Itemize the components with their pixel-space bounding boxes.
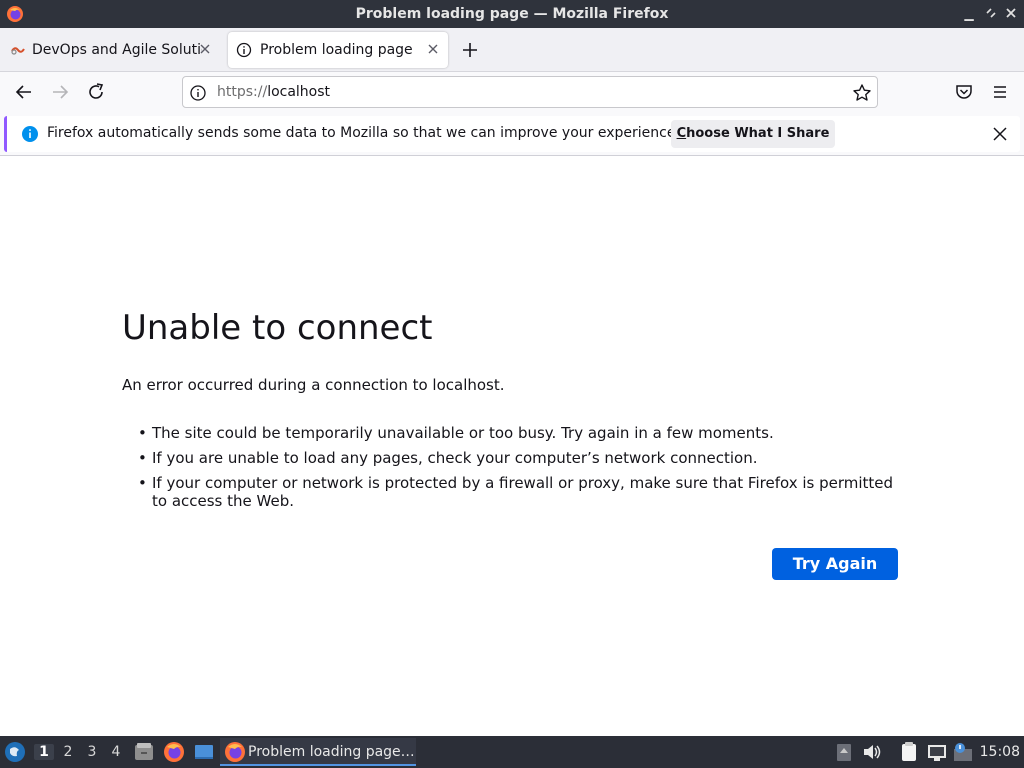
firefox-launcher-icon[interactable] xyxy=(163,741,185,763)
list-item: The site could be temporarily unavailabl… xyxy=(138,424,912,442)
notification-bar: Firefox automatically sends some data to… xyxy=(0,112,1024,156)
window-titlebar: Problem loading page — Mozilla Firefox ▁ xyxy=(0,0,1024,28)
task-label: Problem loading page… xyxy=(248,744,415,760)
url-text[interactable]: https://localhost xyxy=(217,84,330,100)
pocket-icon[interactable] xyxy=(952,80,976,104)
site-favicon-icon xyxy=(11,47,25,55)
button-label-rest: hoose What I Share xyxy=(686,126,830,141)
site-info-icon[interactable] xyxy=(189,84,207,102)
try-again-button[interactable]: Try Again xyxy=(772,548,898,580)
close-notification-icon[interactable] xyxy=(990,124,1010,144)
taskbar: 1 2 3 4 Problem loading page… 15:08 xyxy=(0,736,1024,768)
volume-icon[interactable] xyxy=(861,741,883,763)
list-item: If you are unable to load any pages, che… xyxy=(138,449,912,467)
navigation-toolbar: https://localhost xyxy=(0,72,1024,112)
tab-devops[interactable]: DevOps and Agile Solutio xyxy=(4,32,220,68)
close-window-icon[interactable] xyxy=(1004,7,1018,21)
error-suggestions-list: The site could be temporarily unavailabl… xyxy=(138,424,912,517)
notification-indicator-icon[interactable] xyxy=(952,741,974,763)
window-title: Problem loading page — Mozilla Firefox xyxy=(355,6,669,22)
access-key-letter: C xyxy=(676,126,687,141)
desktop-icon[interactable] xyxy=(193,741,215,763)
bookmark-star-icon[interactable] xyxy=(852,83,872,103)
error-page: Unable to connect An error occurred duri… xyxy=(0,156,1024,736)
workspace-4[interactable]: 4 xyxy=(106,744,126,760)
forward-arrow-icon[interactable] xyxy=(48,80,72,104)
reload-icon[interactable] xyxy=(84,80,108,104)
taskbar-window-firefox[interactable]: Problem loading page… xyxy=(220,738,416,766)
back-arrow-icon[interactable] xyxy=(12,80,36,104)
tab-label: DevOps and Agile Solutio xyxy=(32,42,202,58)
notification-box: Firefox automatically sends some data to… xyxy=(4,116,1020,152)
workspace-3[interactable]: 3 xyxy=(82,744,102,760)
choose-what-i-share-button[interactable]: Choose What I Share xyxy=(671,120,835,148)
tab-label: Problem loading page xyxy=(260,42,413,58)
restore-icon[interactable] xyxy=(984,7,998,21)
url-host: localhost xyxy=(267,84,331,100)
notification-message: Firefox automatically sends some data to… xyxy=(47,125,680,141)
clock[interactable]: 15:08 xyxy=(980,744,1020,760)
notes-icon[interactable] xyxy=(898,741,920,763)
workspace-1[interactable]: 1 xyxy=(34,744,54,760)
hamburger-menu-icon[interactable] xyxy=(988,80,1012,104)
close-tab-icon[interactable] xyxy=(426,42,440,56)
info-circle-icon xyxy=(22,126,38,142)
url-bar[interactable]: https://localhost xyxy=(182,76,878,108)
tab-problem-loading[interactable]: Problem loading page xyxy=(228,32,448,68)
new-tab-plus-icon[interactable] xyxy=(458,38,482,62)
firefox-window-icon xyxy=(225,742,245,762)
clipboard-manager-icon[interactable] xyxy=(833,741,855,763)
file-manager-icon[interactable] xyxy=(133,741,155,763)
url-scheme: https:// xyxy=(217,84,268,100)
network-icon[interactable] xyxy=(926,741,948,763)
error-description: An error occurred during a connection to… xyxy=(122,376,505,394)
error-title: Unable to connect xyxy=(122,308,433,348)
minimize-icon[interactable]: ▁ xyxy=(962,7,976,21)
info-icon xyxy=(236,42,252,58)
workspace-2[interactable]: 2 xyxy=(58,744,78,760)
list-item: If your computer or network is protected… xyxy=(138,474,912,510)
tab-strip: DevOps and Agile Solutio Problem loading… xyxy=(0,28,1024,72)
close-tab-icon[interactable] xyxy=(198,42,212,56)
start-menu-icon[interactable] xyxy=(4,741,26,763)
